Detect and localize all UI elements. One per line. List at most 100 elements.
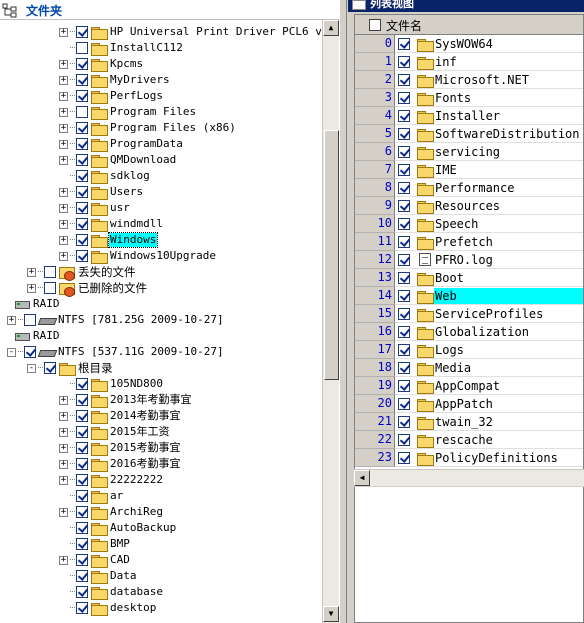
expand-icon[interactable]: +: [59, 156, 68, 165]
tree-checkbox[interactable]: [76, 138, 88, 150]
tree-node[interactable]: + MyDrivers: [0, 72, 322, 88]
expand-icon[interactable]: +: [59, 92, 68, 101]
list-row[interactable]: 7 IME: [355, 161, 583, 179]
column-header-filename[interactable]: 文件名: [386, 17, 422, 34]
tree-node[interactable]: +22222222: [0, 472, 322, 488]
expand-icon[interactable]: +: [59, 188, 68, 197]
list-row[interactable]: 13 Boot: [355, 269, 583, 287]
list-row[interactable]: 19 AppCompat: [355, 377, 583, 395]
tree-checkbox[interactable]: [76, 378, 88, 390]
expand-icon[interactable]: +: [7, 316, 16, 325]
list-row[interactable]: 0 SysWOW64: [355, 35, 583, 53]
expand-icon[interactable]: +: [59, 476, 68, 485]
list-row[interactable]: 22 rescache: [355, 431, 583, 449]
list-row[interactable]: 5 SoftwareDistribution: [355, 125, 583, 143]
list-row[interactable]: 2 Microsoft.NET: [355, 71, 583, 89]
list-row[interactable]: 8 Performance: [355, 179, 583, 197]
expand-icon[interactable]: +: [59, 428, 68, 437]
tree-checkbox[interactable]: [76, 410, 88, 422]
tree-checkbox[interactable]: [76, 58, 88, 70]
tree-checkbox[interactable]: [76, 442, 88, 454]
scroll-up-arrow-icon[interactable]: ▲: [323, 20, 339, 36]
tree-checkbox[interactable]: [76, 122, 88, 134]
tree-checkbox[interactable]: [76, 74, 88, 86]
expand-icon[interactable]: +: [59, 236, 68, 245]
expand-icon[interactable]: +: [59, 412, 68, 421]
tree-checkbox[interactable]: [24, 346, 36, 358]
tree-node[interactable]: + PerfLogs: [0, 88, 322, 104]
collapse-icon[interactable]: -: [27, 364, 36, 373]
tree-checkbox[interactable]: [76, 554, 88, 566]
tree-node[interactable]: InstallC112: [0, 40, 322, 56]
tree-node[interactable]: + Windows: [0, 232, 322, 248]
expand-icon[interactable]: +: [59, 444, 68, 453]
expand-icon[interactable]: +: [59, 108, 68, 117]
tree-node[interactable]: + Program Files (x86): [0, 120, 322, 136]
tree-node[interactable]: + Program Files: [0, 104, 322, 120]
row-checkbox[interactable]: [398, 434, 410, 446]
row-checkbox[interactable]: [398, 92, 410, 104]
tree-node[interactable]: sdklog: [0, 168, 322, 184]
list-row[interactable]: 17 Logs: [355, 341, 583, 359]
tree-checkbox[interactable]: [76, 154, 88, 166]
tree-checkbox[interactable]: [76, 458, 88, 470]
tree-checkbox[interactable]: [76, 474, 88, 486]
tree-checkbox[interactable]: [76, 250, 88, 262]
expand-icon[interactable]: +: [59, 124, 68, 133]
row-checkbox[interactable]: [398, 362, 410, 374]
list-horizontal-scrollbar[interactable]: ◀: [354, 469, 584, 486]
expand-icon[interactable]: +: [59, 252, 68, 261]
tree-checkbox[interactable]: [76, 106, 88, 118]
tree-checkbox[interactable]: [76, 538, 88, 550]
tree-node[interactable]: + Users: [0, 184, 322, 200]
tree-node[interactable]: AutoBackup: [0, 520, 322, 536]
tree-node[interactable]: + usr: [0, 200, 322, 216]
tree-node[interactable]: - 根目录: [0, 360, 322, 376]
tree-checkbox[interactable]: [76, 394, 88, 406]
tree-node[interactable]: +2015考勤事宜: [0, 440, 322, 456]
row-checkbox[interactable]: [398, 200, 410, 212]
expand-icon[interactable]: +: [59, 220, 68, 229]
panel-splitter[interactable]: [339, 0, 347, 623]
row-checkbox[interactable]: [398, 56, 410, 68]
scroll-left-arrow-icon[interactable]: ◀: [354, 470, 370, 486]
row-checkbox[interactable]: [398, 308, 410, 320]
expand-icon[interactable]: +: [59, 140, 68, 149]
list-row[interactable]: 20 AppPatch: [355, 395, 583, 413]
row-checkbox[interactable]: [398, 272, 410, 284]
row-checkbox[interactable]: [398, 380, 410, 392]
row-checkbox[interactable]: [398, 74, 410, 86]
scroll-down-arrow-icon[interactable]: ▼: [323, 606, 339, 622]
row-checkbox[interactable]: [398, 398, 410, 410]
tree-node[interactable]: -RAID: [0, 296, 322, 312]
tree-checkbox[interactable]: [76, 26, 88, 38]
tree-node[interactable]: -RAID: [0, 328, 322, 344]
expand-icon[interactable]: +: [59, 76, 68, 85]
tree-node[interactable]: +2014考勤事宜: [0, 408, 322, 424]
list-row[interactable]: 14 Web: [355, 287, 583, 305]
tree-node[interactable]: + 丢失的文件: [0, 264, 322, 281]
tree-node[interactable]: database: [0, 584, 322, 600]
tree-node[interactable]: + 已删除的文件: [0, 280, 322, 297]
tree-node[interactable]: +2015年工资: [0, 424, 322, 440]
expand-icon[interactable]: +: [59, 28, 68, 37]
tree-node[interactable]: +2013年考勤事宜: [0, 392, 322, 408]
expand-icon[interactable]: +: [27, 268, 36, 277]
tree-node[interactable]: + Kpcms: [0, 56, 322, 72]
list-row[interactable]: 21 twain_32: [355, 413, 583, 431]
tree-node[interactable]: desktop: [0, 600, 322, 616]
tree-checkbox[interactable]: [76, 90, 88, 102]
expand-icon[interactable]: +: [59, 556, 68, 565]
list-row[interactable]: 10 Speech: [355, 215, 583, 233]
row-checkbox[interactable]: [398, 128, 410, 140]
row-checkbox[interactable]: [398, 182, 410, 194]
list-row[interactable]: 9 Resources: [355, 197, 583, 215]
tree-checkbox[interactable]: [76, 426, 88, 438]
list-row[interactable]: 15 ServiceProfiles: [355, 305, 583, 323]
tree-node[interactable]: + Windows10Upgrade: [0, 248, 322, 264]
tree-node[interactable]: + NTFS [781.25G 2009-10-27]: [0, 312, 322, 328]
expand-icon[interactable]: +: [59, 396, 68, 405]
collapse-icon[interactable]: -: [7, 348, 16, 357]
row-checkbox[interactable]: [398, 110, 410, 122]
tree-checkbox[interactable]: [44, 282, 56, 294]
